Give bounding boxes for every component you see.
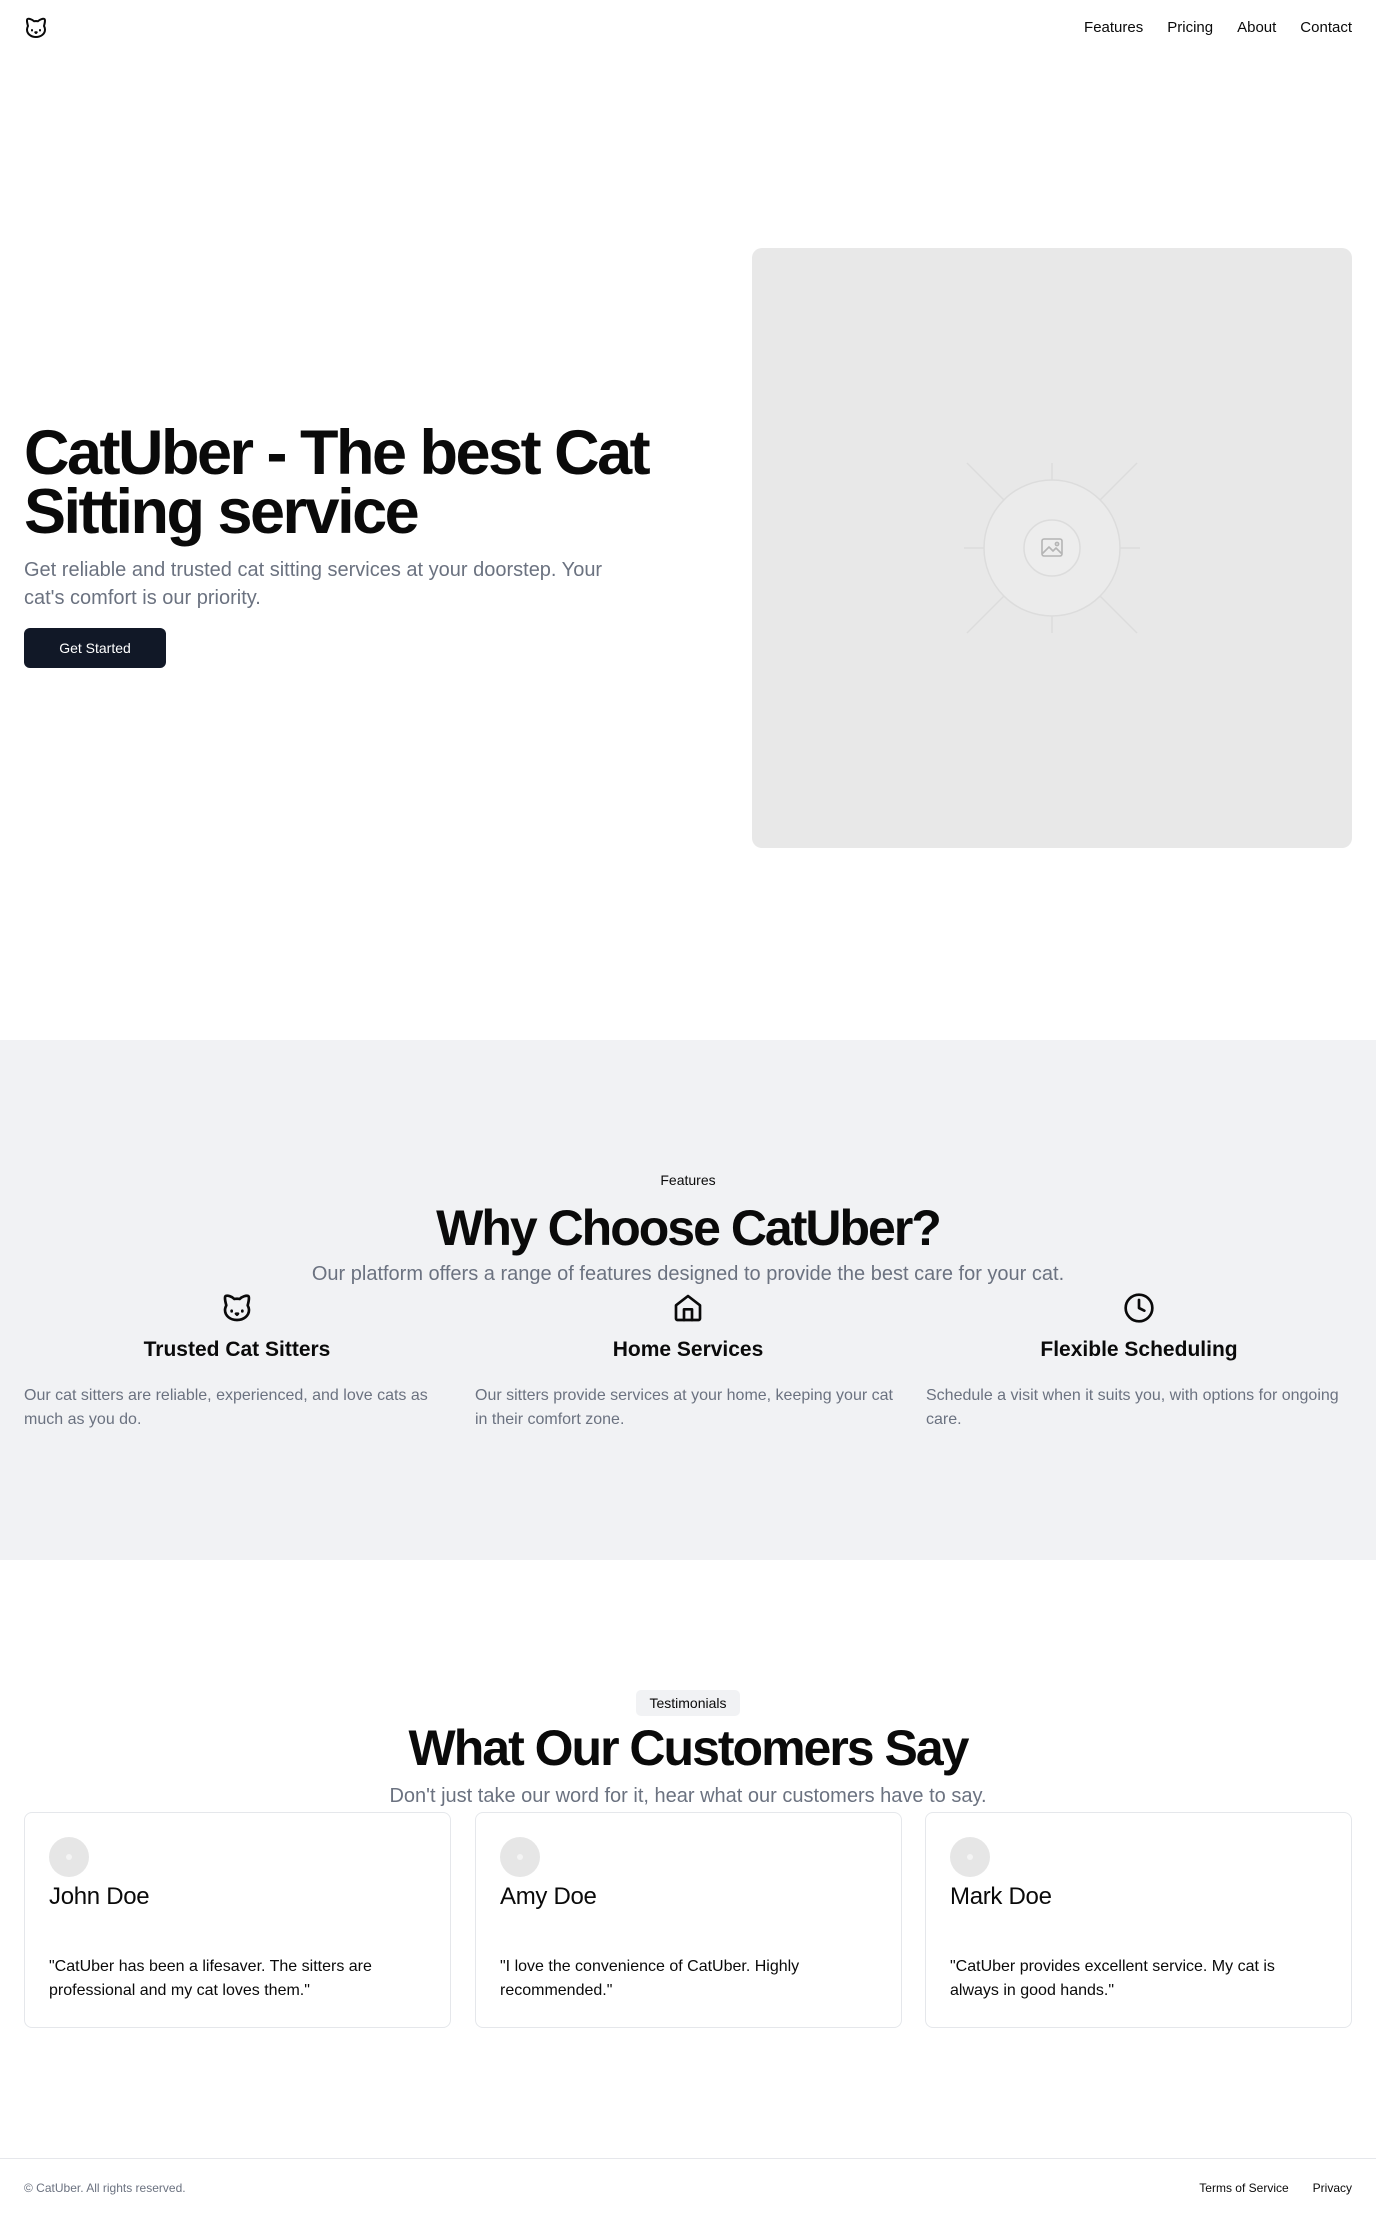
avatar bbox=[950, 1837, 990, 1877]
feature-description: Our sitters provide services at your hom… bbox=[475, 1387, 893, 1428]
home-icon bbox=[674, 1294, 702, 1322]
feature-card-trusted-sitters: Trusted Cat Sitters Our cat sitters are … bbox=[24, 1292, 450, 1432]
nav-link-contact[interactable]: Contact bbox=[1300, 18, 1352, 38]
get-started-button[interactable]: Get Started bbox=[24, 628, 166, 668]
cat-logo-icon[interactable] bbox=[24, 16, 48, 40]
feature-description: Our cat sitters are reliable, experience… bbox=[24, 1387, 428, 1428]
testimonial-card: Mark Doe "CatUber provides excellent ser… bbox=[925, 1812, 1352, 2028]
footer-links: Terms of Service Privacy bbox=[1199, 2181, 1352, 2195]
hero-title: CatUber - The best Cat Sitting service bbox=[24, 418, 651, 547]
testimonial-author: Amy Doe bbox=[500, 1883, 597, 1910]
hero-image-placeholder bbox=[752, 248, 1352, 848]
testimonials-subtitle: Don't just take our word for it, hear wh… bbox=[389, 1785, 987, 1807]
features-title: Why Choose CatUber? bbox=[436, 1200, 942, 1256]
testimonial-author: Mark Doe bbox=[950, 1883, 1052, 1910]
feature-description: Schedule a visit when it suits you, with… bbox=[926, 1387, 1339, 1428]
image-placeholder-icon bbox=[964, 462, 1140, 634]
feature-title: Trusted Cat Sitters bbox=[143, 1338, 331, 1361]
feature-card-home-services: Home Services Our sitters provide servic… bbox=[475, 1292, 901, 1432]
testimonial-card: John Doe "CatUber has been a lifesaver. … bbox=[24, 1812, 451, 2028]
avatar bbox=[49, 1837, 89, 1877]
testimonial-quote: "I love the convenience of CatUber. High… bbox=[500, 1958, 800, 1999]
features-section: Features Why Choose CatUber? Our platfor… bbox=[0, 1040, 1376, 1560]
clock-icon bbox=[1124, 1293, 1154, 1323]
avatar bbox=[500, 1837, 540, 1877]
cat-icon bbox=[223, 1294, 251, 1322]
testimonial-card: Amy Doe "I love the convenience of CatUb… bbox=[475, 1812, 902, 2028]
copyright-text: © CatUber. All rights reserved. bbox=[24, 2181, 186, 2195]
nav-link-about[interactable]: About bbox=[1237, 18, 1276, 38]
site-header: Features Pricing About Contact bbox=[0, 0, 1376, 56]
testimonials-title: What Our Customers Say bbox=[408, 1720, 970, 1776]
testimonial-author: John Doe bbox=[49, 1883, 150, 1910]
testimonials-badge: Testimonials bbox=[636, 1690, 740, 1716]
features-subtitle: Our platform offers a range of features … bbox=[311, 1263, 1065, 1285]
feature-title: Flexible Scheduling bbox=[1040, 1338, 1238, 1361]
nav-link-features[interactable]: Features bbox=[1084, 18, 1143, 38]
feature-card-flexible-scheduling: Flexible Scheduling Schedule a visit whe… bbox=[926, 1292, 1352, 1432]
hero-subtitle: Get reliable and trusted cat sitting ser… bbox=[24, 559, 603, 609]
site-footer: © CatUber. All rights reserved. Terms of… bbox=[0, 2158, 1376, 2222]
footer-link-privacy[interactable]: Privacy bbox=[1313, 2181, 1352, 2195]
testimonial-quote: "CatUber provides excellent service. My … bbox=[950, 1958, 1275, 1999]
nav-link-pricing[interactable]: Pricing bbox=[1167, 18, 1213, 38]
features-kicker: Features bbox=[660, 1172, 716, 1188]
footer-link-terms[interactable]: Terms of Service bbox=[1199, 2181, 1288, 2195]
testimonial-quote: "CatUber has been a lifesaver. The sitte… bbox=[49, 1958, 372, 1999]
feature-title: Home Services bbox=[612, 1338, 764, 1361]
main-nav: Features Pricing About Contact bbox=[1084, 18, 1352, 38]
